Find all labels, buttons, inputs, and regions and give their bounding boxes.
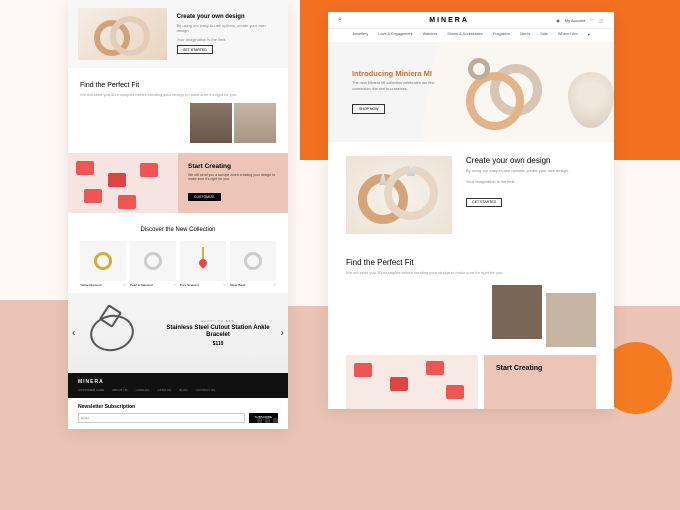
twitter-icon[interactable] (273, 418, 278, 423)
footer-link[interactable]: CATALOG (136, 388, 150, 392)
start-creating-box: Start Creating (484, 355, 596, 409)
account-label[interactable]: My Account (565, 18, 586, 23)
feature-tag: HAPPY TO SEE (158, 319, 278, 323)
heart-icon[interactable]: ♡ (173, 283, 176, 287)
create-desc: By using our easy-to-use options, create… (466, 168, 569, 174)
shop-now-button[interactable]: SHOP NOW (352, 104, 385, 114)
featured-product: ‹ HAPPY TO SEE Stainless Steel Cutout St… (68, 293, 288, 373)
product-image (230, 241, 276, 281)
fit-title: Find the Perfect Fit (346, 258, 596, 267)
search-icon[interactable]: ⌕ (338, 16, 342, 24)
main-nav: Jewellery Love & Engagement Watches Shoes &… (328, 29, 614, 42)
product-image (130, 241, 176, 281)
product-image (80, 241, 126, 281)
product-name: Silver Band (230, 283, 245, 287)
nav-item[interactable]: Jewellery (352, 32, 368, 37)
prev-icon[interactable]: ‹ (72, 328, 75, 339)
nav-item[interactable]: Love & Engagement (378, 32, 412, 37)
email-input[interactable] (78, 413, 245, 423)
footer-link[interactable]: ABOUT US (112, 388, 127, 392)
feature-price: $110 (158, 341, 278, 347)
create-title: Create your own design (177, 14, 278, 20)
header: ⌕ MINERA ◉ My Account ♡ 🛒 (328, 12, 614, 29)
newsletter-section: Newsletter Subscription SUBSCRIBE (68, 398, 288, 429)
feature-title: Stainless Steel Cutout Station Ankle Bra… (158, 325, 278, 339)
fit-desc: We will send you 3D examples before crea… (346, 270, 596, 275)
product-card[interactable]: Silver Band ♡ (230, 241, 276, 287)
create-desc2: Your imagination is the limit. (177, 37, 278, 43)
hands-image (234, 103, 276, 143)
heart-icon[interactable]: ♡ (123, 283, 126, 287)
start-creating-section: Start Creating We will send you a sample… (68, 153, 288, 213)
fit-desc: We will send you 3D examples before crea… (80, 92, 276, 97)
rings-image (346, 156, 452, 234)
start-title: Start Creating (496, 365, 584, 372)
chevron-down-icon[interactable]: ▾ (588, 32, 590, 37)
nav-item[interactable]: Fragrance (493, 32, 510, 37)
product-card[interactable]: Pure Seasons ♡ (180, 241, 226, 287)
get-started-button[interactable]: GET STARTED (177, 45, 213, 54)
hero-desc: The new Miniera MI collection celebrates… (352, 81, 452, 92)
model-image (190, 103, 232, 143)
footer-link[interactable]: CUSTOMER CARE (78, 388, 104, 392)
sketch-image (78, 303, 150, 363)
footer-link[interactable]: BLOG (179, 388, 187, 392)
start-desc: We will send you a sample when creating … (188, 173, 278, 181)
product-name: Yellow Diamond (80, 283, 101, 287)
brand-logo[interactable]: MINERA (429, 17, 469, 24)
model-image (492, 285, 542, 339)
cart-icon[interactable]: 🛒 (599, 18, 604, 23)
mockup-left: Create your own design By using our easy… (68, 0, 288, 429)
hero-rings-image (462, 54, 558, 130)
gifts-image (346, 355, 478, 409)
pinterest-icon[interactable] (265, 418, 270, 423)
hands-image (546, 293, 596, 347)
footer: MINERA CUSTOMER CARE ABOUT US CATALOG CATAL… (68, 373, 288, 398)
footer-link[interactable]: CONTACT US (196, 388, 215, 392)
gifts-image (68, 153, 178, 213)
newsletter-title: Newsletter Subscription (78, 404, 278, 410)
next-icon[interactable]: › (281, 328, 284, 339)
hero-banner: Introducing Miniera MI The new Miniera M… (328, 42, 614, 142)
heart-icon[interactable]: ♡ (273, 283, 276, 287)
nav-item[interactable]: Shoes & Accessories (447, 32, 483, 37)
nav-item[interactable]: Where I Am (558, 32, 578, 37)
create-desc2: Your imagination is the limit. (466, 179, 569, 185)
wishlist-icon[interactable]: ♡ (590, 18, 594, 23)
start-title: Start Creating (188, 163, 278, 170)
collection-title: Discover the New Collection (76, 227, 280, 233)
customize-button[interactable]: CUSTOMIZE (188, 193, 221, 201)
nav-item[interactable]: Men's (520, 32, 530, 37)
account-icon[interactable]: ◉ (556, 18, 560, 23)
footer-brand: MINERA (78, 379, 278, 385)
product-card[interactable]: Pearl & Diamond ♡ (130, 241, 176, 287)
necklace-image (568, 72, 614, 128)
get-started-button[interactable]: GET STARTED (466, 198, 502, 207)
product-name: Pure Seasons (180, 283, 199, 287)
product-image (180, 241, 226, 281)
facebook-icon[interactable] (257, 418, 262, 423)
create-desc: By using our easy-to-use options, create… (177, 23, 278, 34)
nav-item[interactable]: Sale (540, 32, 548, 37)
perfect-fit-section: Find the Perfect Fit We will send you 3D… (68, 68, 288, 103)
rings-image (78, 8, 167, 60)
mockup-right: ⌕ MINERA ◉ My Account ♡ 🛒 Jewellery Love … (328, 12, 614, 409)
collection-section: Discover the New Collection Yellow Diamo… (68, 213, 288, 293)
create-section: Create your own design By using our easy… (328, 142, 614, 248)
perfect-fit-section: Find the Perfect Fit We will send you 3D… (328, 248, 614, 279)
nav-item[interactable]: Watches (423, 32, 438, 37)
create-section: Create your own design By using our easy… (68, 0, 288, 68)
footer-link[interactable]: CATALOG (157, 388, 171, 392)
create-title: Create your own design (466, 156, 569, 165)
product-name: Pearl & Diamond (130, 283, 153, 287)
fit-title: Find the Perfect Fit (80, 82, 276, 89)
hero-title: Introducing Miniera MI (352, 69, 452, 78)
product-card[interactable]: Yellow Diamond ♡ (80, 241, 126, 287)
heart-icon[interactable]: ♡ (223, 283, 226, 287)
